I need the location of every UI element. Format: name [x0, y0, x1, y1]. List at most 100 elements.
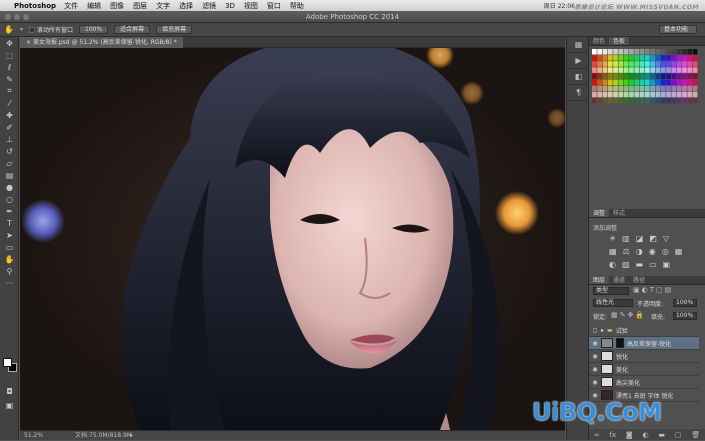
app-menu[interactable]: Photoshop	[14, 2, 56, 10]
color-swatch[interactable]	[613, 91, 618, 98]
pen-tool-icon[interactable]: ✒	[0, 205, 19, 217]
hand-tool-button-icon[interactable]: ✋	[0, 253, 19, 265]
dodge-tool-icon[interactable]: ○	[0, 193, 19, 205]
swatch-grid[interactable]	[592, 49, 698, 104]
gradient-tool-icon[interactable]: ▤	[0, 169, 19, 181]
color-swatch[interactable]	[666, 55, 671, 61]
marquee-tool-icon[interactable]: ⬚	[0, 49, 19, 61]
menu-file[interactable]: 文件	[64, 1, 78, 11]
healing-brush-tool-icon[interactable]: ✚	[0, 109, 19, 121]
color-swatch[interactable]	[666, 49, 671, 55]
layer-row[interactable]: ◉ 高尖美化	[589, 376, 699, 389]
invert-icon[interactable]: ◐	[609, 260, 616, 269]
group-expand-icon[interactable]: ▸	[601, 327, 604, 334]
actions-play-icon[interactable]: ▶	[567, 53, 590, 69]
menu-layer[interactable]: 图层	[133, 1, 147, 11]
color-swatch[interactable]	[692, 73, 698, 79]
tool-preset-dropdown[interactable]: ▾	[20, 26, 23, 33]
color-swatch[interactable]	[687, 91, 693, 98]
color-swatch[interactable]	[597, 61, 602, 67]
history-panel-icon[interactable]: ▦	[567, 37, 590, 53]
workspace-switcher[interactable]: 基本功能	[659, 25, 697, 34]
color-swatch[interactable]	[602, 67, 608, 73]
vibrance-icon[interactable]: ▽	[663, 234, 669, 243]
color-swatch[interactable]	[676, 91, 682, 98]
color-swatch[interactable]	[676, 73, 682, 79]
photo-filter-icon[interactable]: ◉	[649, 247, 656, 256]
color-swatch[interactable]	[682, 79, 687, 86]
quick-mask-icon[interactable]: ◘	[0, 385, 19, 397]
color-swatch[interactable]	[613, 49, 618, 55]
color-swatch[interactable]	[666, 61, 671, 67]
color-swatch[interactable]	[613, 79, 618, 86]
color-swatch[interactable]	[597, 85, 602, 92]
color-swatch[interactable]	[650, 85, 655, 92]
color-swatch[interactable]	[618, 91, 624, 98]
color-swatch[interactable]	[692, 67, 698, 73]
document-canvas[interactable]	[20, 48, 565, 430]
color-swatch[interactable]	[602, 85, 608, 92]
color-swatch[interactable]	[650, 61, 655, 67]
color-swatch[interactable]	[597, 73, 602, 79]
color-swatch[interactable]	[676, 85, 682, 92]
color-swatch[interactable]	[660, 97, 666, 104]
more-tools-icon[interactable]: ···	[0, 277, 19, 289]
color-swatch[interactable]	[666, 91, 671, 98]
color-swatch[interactable]	[671, 79, 677, 86]
color-swatch[interactable]	[623, 73, 629, 79]
color-swatch[interactable]	[666, 73, 671, 79]
curves-icon[interactable]: ◪	[636, 234, 644, 243]
color-swatch[interactable]	[687, 67, 693, 73]
color-swatch[interactable]	[592, 73, 597, 79]
color-swatch[interactable]	[592, 49, 597, 55]
color-swatch[interactable]	[634, 73, 640, 79]
menu-select[interactable]: 选择	[179, 1, 193, 11]
add-mask-icon[interactable]: ◙	[626, 431, 633, 439]
visibility-icon[interactable]: ◉	[589, 366, 601, 373]
tab-styles[interactable]: 样式	[609, 209, 629, 217]
color-swatch[interactable]	[687, 49, 693, 55]
color-swatch[interactable]	[692, 61, 698, 67]
tab-color[interactable]: 颜色	[589, 37, 609, 45]
color-swatch[interactable]	[634, 67, 640, 73]
color-swatch[interactable]	[602, 55, 608, 61]
color-swatch[interactable]	[645, 85, 650, 92]
zoom-tool-icon[interactable]: ⚲	[0, 265, 19, 277]
quick-select-tool-icon[interactable]: ✎	[0, 73, 19, 85]
color-swatch[interactable]	[613, 85, 618, 92]
color-swatch[interactable]	[655, 97, 661, 104]
color-swatch[interactable]	[687, 61, 693, 67]
layer-group-row[interactable]: ◻ ▸ ▬ 试验	[589, 324, 699, 337]
delete-layer-icon[interactable]: 🗑	[691, 431, 700, 439]
menu-type[interactable]: 文字	[156, 1, 170, 11]
link-layers-icon[interactable]: ∞	[594, 431, 600, 439]
black-white-icon[interactable]: ◑	[636, 247, 643, 256]
color-swatch[interactable]	[602, 79, 608, 86]
color-swatch[interactable]	[639, 67, 645, 73]
color-swatch[interactable]	[645, 73, 650, 79]
color-swatch[interactable]	[645, 91, 650, 98]
color-swatch[interactable]	[666, 85, 671, 92]
document-tab[interactable]: × 美女海报.psd @ 51.2% (高反差保留-锐化, RGB/8) *	[20, 37, 183, 48]
color-swatch[interactable]	[660, 67, 666, 73]
new-group-icon[interactable]: ▬	[658, 431, 665, 439]
color-swatch[interactable]	[613, 67, 618, 73]
color-swatch[interactable]	[687, 73, 693, 79]
clone-stamp-tool-icon[interactable]: ⊥	[0, 133, 19, 145]
color-swatch[interactable]	[634, 97, 640, 104]
color-swatch[interactable]	[676, 79, 682, 86]
color-swatch[interactable]	[629, 67, 634, 73]
color-swatch[interactable]	[629, 61, 634, 67]
color-swatch[interactable]	[682, 67, 687, 73]
menu-edit[interactable]: 编辑	[87, 1, 101, 11]
layer-row-selected[interactable]: ◉ 高反差保留-锐化	[589, 337, 699, 350]
blur-tool-icon[interactable]: ●	[0, 181, 19, 193]
color-swatch[interactable]	[618, 55, 624, 61]
color-swatch[interactable]	[655, 61, 661, 67]
color-swatch[interactable]	[660, 79, 666, 86]
color-swatch[interactable]	[687, 85, 693, 92]
tab-swatches[interactable]: 色板	[609, 37, 630, 45]
color-swatch[interactable]	[597, 55, 602, 61]
color-swatch[interactable]	[687, 79, 693, 86]
color-swatch[interactable]	[634, 79, 640, 86]
